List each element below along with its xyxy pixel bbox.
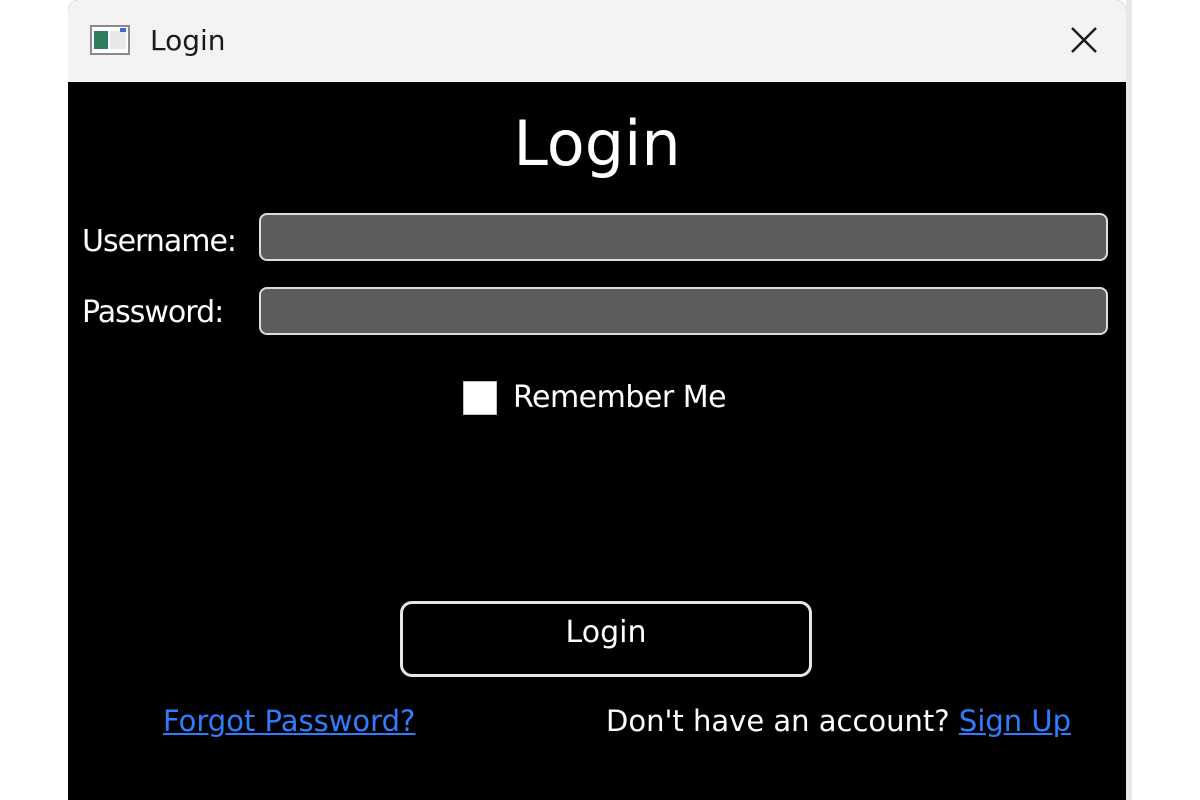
login-form: Login Username: Password: Remember Me Lo… — [68, 82, 1126, 800]
close-icon[interactable] — [1062, 18, 1106, 62]
login-window: Login Login Username: Password: Remember… — [68, 0, 1126, 800]
signup-row: Don't have an account? Sign Up — [606, 701, 1071, 741]
window-app-icon — [90, 25, 130, 55]
remember-me-label: Remember Me — [513, 380, 727, 415]
username-label: Username: — [82, 224, 237, 259]
login-button[interactable]: Login — [400, 601, 812, 677]
remember-me-checkbox[interactable] — [463, 381, 497, 415]
forgot-password-link[interactable]: Forgot Password? — [163, 701, 415, 741]
page-title: Login — [513, 107, 681, 180]
signup-prompt: Don't have an account? — [606, 704, 950, 738]
remember-me-toggle[interactable]: Remember Me — [463, 378, 727, 418]
password-field[interactable] — [259, 287, 1108, 335]
password-label: Password: — [82, 295, 224, 330]
window-title: Login — [150, 24, 226, 57]
username-field[interactable] — [259, 213, 1108, 261]
title-bar[interactable]: Login — [68, 0, 1126, 82]
window-border — [1126, 0, 1132, 800]
sign-up-link[interactable]: Sign Up — [959, 704, 1071, 738]
